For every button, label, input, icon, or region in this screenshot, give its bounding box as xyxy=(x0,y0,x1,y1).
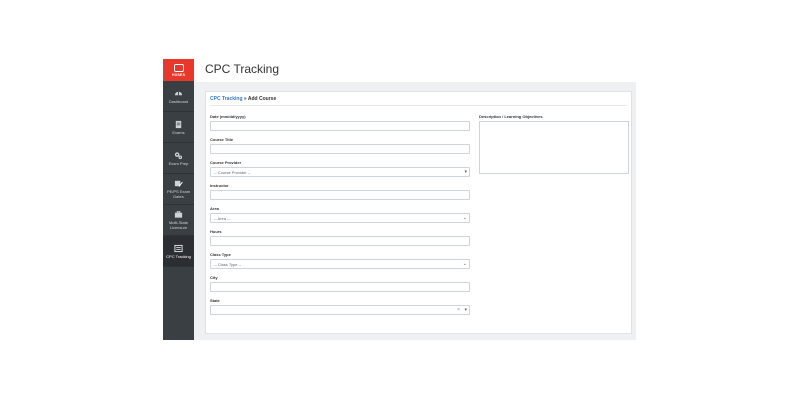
chevron-down-icon: ⌄ xyxy=(462,261,467,267)
area-label: Area xyxy=(210,206,219,211)
description-label: Description / Learning Objectives xyxy=(479,114,543,119)
instructor-label: Instructor xyxy=(210,183,229,188)
sidebar-item-exams[interactable]: Exams xyxy=(163,112,194,143)
course-title-input[interactable] xyxy=(210,144,470,154)
course-title-label: Course Title xyxy=(210,137,234,142)
list-icon xyxy=(174,244,183,252)
sidebar-item-label: Exams xyxy=(172,129,185,135)
city-label: City xyxy=(210,275,218,280)
area-value: -- Area -- xyxy=(214,215,230,221)
gears-icon xyxy=(174,151,183,159)
sidebar-item-multi-state[interactable]: Multi-State Licensure xyxy=(163,205,194,236)
state-label: State xyxy=(210,298,220,303)
sidebar-item-label: CPC Tracking xyxy=(166,253,191,259)
calendar-edit-icon xyxy=(174,180,183,187)
hours-label: Hours xyxy=(210,229,222,234)
sidebar-item-exam-dates[interactable]: PE/PS Exam Dates xyxy=(163,174,194,205)
breadcrumb-current: Add Course xyxy=(247,96,277,102)
briefcase-icon xyxy=(174,210,183,218)
logo-text: HOSES xyxy=(171,72,186,77)
area-select[interactable]: -- Area -- ⌄ xyxy=(210,213,470,223)
course-provider-select[interactable]: -- Course Provider -- ▾ xyxy=(210,167,470,177)
course-provider-label: Course Provider xyxy=(210,160,242,165)
city-input[interactable] xyxy=(210,282,470,292)
class-type-label: Class Type xyxy=(210,252,231,257)
clipboard-icon xyxy=(175,120,182,128)
sidebar-item-label: PE/PS Exam Dates xyxy=(166,189,191,199)
page-title: CPC Tracking xyxy=(205,62,280,76)
sidebar-item-dashboard[interactable]: Dashboard xyxy=(163,81,194,112)
clear-icon[interactable]: × xyxy=(457,307,460,313)
sidebar-item-label: Exam Prep xyxy=(168,160,189,166)
date-input[interactable] xyxy=(210,121,470,131)
hours-input[interactable] xyxy=(210,236,470,246)
sidebar: HOSES Dashboard Exams Exam Prep PE/PS Ex… xyxy=(163,59,194,340)
logo[interactable]: HOSES xyxy=(163,59,194,81)
breadcrumb-link[interactable]: CPC Tracking xyxy=(210,96,243,102)
divider xyxy=(210,105,627,106)
logo-icon xyxy=(173,63,184,72)
instructor-input[interactable] xyxy=(210,190,470,200)
description-textarea[interactable] xyxy=(479,121,629,174)
sidebar-item-label: Multi-State Licensure xyxy=(168,220,189,230)
chevron-down-icon: ⌄ xyxy=(462,215,467,221)
course-provider-value: -- Course Provider -- xyxy=(214,169,251,175)
breadcrumb: CPC Tracking » Add Course xyxy=(210,96,276,102)
state-select[interactable]: × ▾ xyxy=(210,305,470,315)
dashboard-icon xyxy=(174,91,183,95)
class-type-select[interactable]: -- Class Type -- ⌄ xyxy=(210,259,470,269)
sidebar-item-label: Dashboard xyxy=(168,98,189,104)
add-course-card: CPC Tracking » Add Course Date (mm/dd/yy… xyxy=(205,91,632,334)
sidebar-item-cpc-tracking[interactable]: CPC Tracking xyxy=(163,236,194,267)
sidebar-item-exam-prep[interactable]: Exam Prep xyxy=(163,143,194,174)
class-type-value: -- Class Type -- xyxy=(214,261,242,267)
chevron-down-icon: ▾ xyxy=(464,169,467,175)
chevron-down-icon: ▾ xyxy=(464,307,467,313)
date-label: Date (mm/dd/yyyy) xyxy=(210,114,246,119)
